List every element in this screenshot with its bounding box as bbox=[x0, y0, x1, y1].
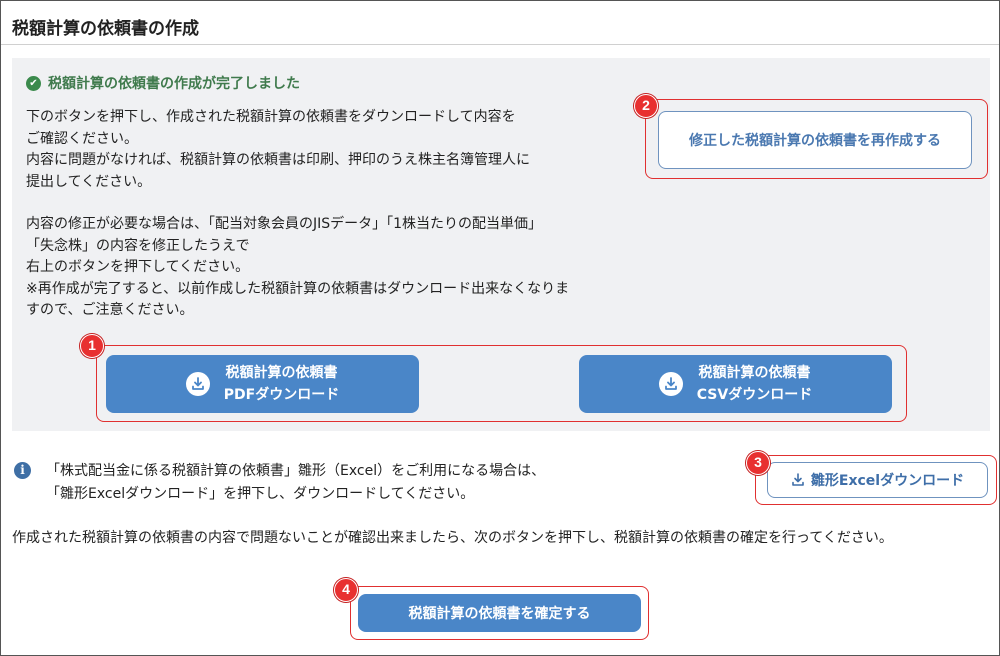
instruction-line: ご確認ください。 bbox=[26, 130, 138, 147]
callout-badge-1: 1 bbox=[80, 334, 104, 358]
info-text: 「株式配当金に係る税額計算の依頼書」雛形（Excel）をご利用になる場合は、 「… bbox=[46, 460, 545, 506]
revision-line: すので、ご注意ください。 bbox=[26, 302, 194, 318]
success-message: ✔ 税額計算の依頼書の作成が完了しました bbox=[26, 73, 300, 93]
highlight-download-buttons bbox=[96, 345, 907, 422]
highlight-confirm-button bbox=[350, 586, 649, 640]
instruction-line: 下のボタンを押下し、作成された税額計算の依頼書をダウンロードして内容を bbox=[26, 109, 516, 125]
highlight-recreate-button bbox=[645, 99, 988, 179]
highlight-excel-button bbox=[755, 455, 997, 505]
success-text: 税額計算の依頼書の作成が完了しました bbox=[48, 76, 300, 92]
info-line: 「雛形Excelダウンロード」を押下し、ダウンロードしてください。 bbox=[46, 486, 475, 502]
title-divider bbox=[1, 44, 999, 45]
confirm-instruction: 作成された税額計算の依頼書の内容で問題ないことが確認出来ましたら、次のボタンを押… bbox=[12, 530, 893, 546]
revision-line: 右上のボタンを押下してください。 bbox=[26, 259, 250, 275]
page-title: 税額計算の依頼書の作成 bbox=[12, 19, 199, 39]
instruction-text: 下のボタンを押下し、作成された税額計算の依頼書をダウンロードして内容を ご確認く… bbox=[26, 107, 530, 193]
instruction-line: 提出してください。 bbox=[26, 173, 152, 190]
callout-badge-2: 2 bbox=[634, 94, 658, 118]
check-circle-icon: ✔ bbox=[26, 75, 41, 91]
instruction-line: 内容に問題がなければ、税額計算の依頼書は印刷、押印のうえ株主名簿管理人に bbox=[26, 152, 530, 168]
revision-note: 内容の修正が必要な場合は、「配当対象会員のJISデータ」「1株当たりの配当単価」… bbox=[26, 214, 569, 322]
info-icon: i bbox=[14, 462, 31, 479]
revision-line: ※再作成が完了すると、以前作成した税額計算の依頼書はダウンロード出来なくなりま bbox=[26, 280, 570, 297]
callout-badge-4: 4 bbox=[334, 578, 358, 602]
callout-badge-3: 3 bbox=[746, 451, 770, 475]
revision-line: 「失念株」の内容を修正したうえで bbox=[26, 237, 250, 254]
revision-line: 内容の修正が必要な場合は、「配当対象会員のJISデータ」「1株当たりの配当単価」 bbox=[26, 216, 543, 232]
info-line: 「株式配当金に係る税額計算の依頼書」雛形（Excel）をご利用になる場合は、 bbox=[46, 463, 546, 479]
